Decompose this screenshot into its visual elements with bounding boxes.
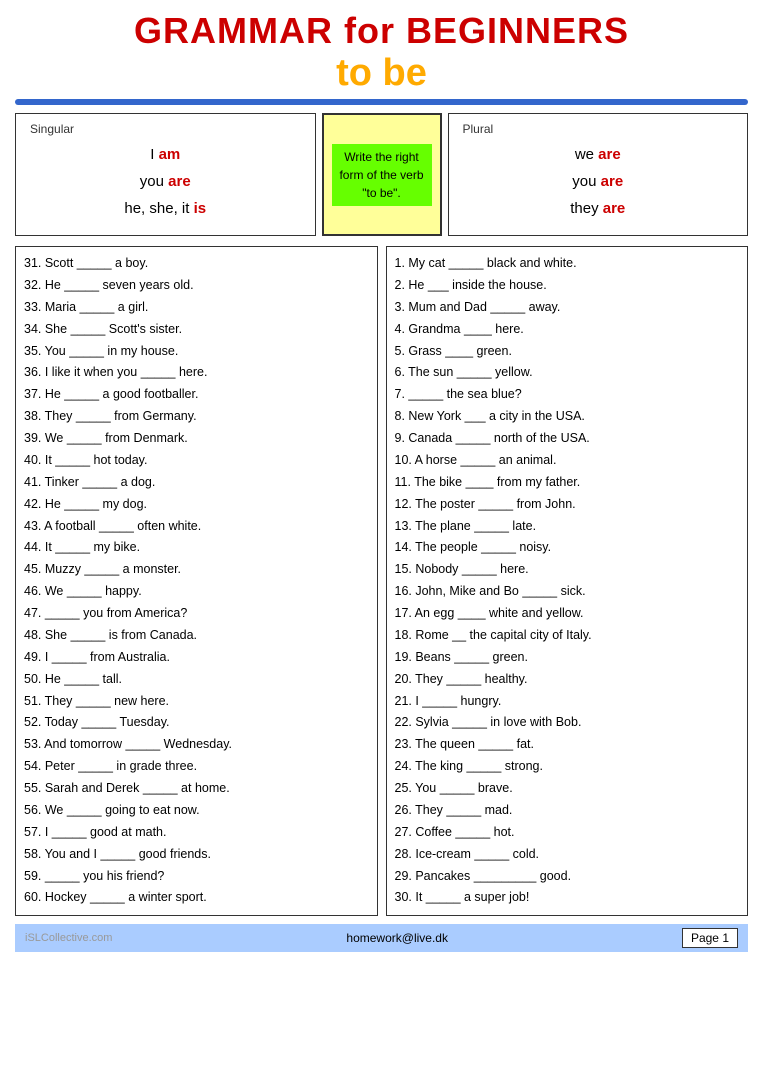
list-item: 60. Hockey _____ a winter sport.: [24, 887, 369, 909]
list-item: 13. The plane _____ late.: [395, 516, 740, 538]
list-item: 43. A football _____ often white.: [24, 516, 369, 538]
list-item: 40. It _____ hot today.: [24, 450, 369, 472]
list-item: 33. Maria _____ a girl.: [24, 297, 369, 319]
list-item: 17. An egg ____ white and yellow.: [395, 603, 740, 625]
plural-line-2: you are: [463, 173, 734, 190]
singular-line-1: I am: [30, 146, 301, 163]
exercises-area: 31. Scott _____ a boy.32. He _____ seven…: [15, 246, 748, 916]
list-item: 51. They _____ new here.: [24, 691, 369, 713]
list-item: 18. Rome __ the capital city of Italy.: [395, 625, 740, 647]
list-item: 16. John, Mike and Bo _____ sick.: [395, 581, 740, 603]
list-item: 19. Beans _____ green.: [395, 647, 740, 669]
list-item: 15. Nobody _____ here.: [395, 559, 740, 581]
list-item: 56. We _____ going to eat now.: [24, 800, 369, 822]
list-item: 52. Today _____ Tuesday.: [24, 712, 369, 734]
left-exercises: 31. Scott _____ a boy.32. He _____ seven…: [15, 246, 378, 916]
sub-title: to be: [336, 52, 427, 95]
list-item: 7. _____ the sea blue?: [395, 384, 740, 406]
list-item: 20. They _____ healthy.: [395, 669, 740, 691]
list-item: 10. A horse _____ an animal.: [395, 450, 740, 472]
singular-line-2: you are: [30, 173, 301, 190]
list-item: 49. I _____ from Australia.: [24, 647, 369, 669]
list-item: 29. Pancakes _________ good.: [395, 866, 740, 888]
list-item: 23. The queen _____ fat.: [395, 734, 740, 756]
list-item: 34. She _____ Scott's sister.: [24, 319, 369, 341]
singular-box: Singular I am you are he, she, it is: [15, 113, 316, 236]
singular-title: Singular: [30, 122, 301, 136]
singular-line-3: he, she, it is: [30, 200, 301, 217]
conjugation-area: Singular I am you are he, she, it is Wri…: [15, 113, 748, 236]
list-item: 1. My cat _____ black and white.: [395, 253, 740, 275]
list-item: 31. Scott _____ a boy.: [24, 253, 369, 275]
list-item: 3. Mum and Dad _____ away.: [395, 297, 740, 319]
list-item: 25. You _____ brave.: [395, 778, 740, 800]
watermark: iSLCollective.com: [25, 932, 112, 944]
list-item: 48. She _____ is from Canada.: [24, 625, 369, 647]
page-number: Page 1: [682, 928, 738, 948]
blue-divider: [15, 99, 748, 105]
list-item: 36. I like it when you _____ here.: [24, 362, 369, 384]
list-item: 2. He ___ inside the house.: [395, 275, 740, 297]
right-exercises: 1. My cat _____ black and white.2. He __…: [386, 246, 749, 916]
list-item: 14. The people _____ noisy.: [395, 537, 740, 559]
instruction-box: Write the right form of the verb "to be"…: [322, 113, 442, 236]
list-item: 12. The poster _____ from John.: [395, 494, 740, 516]
list-item: 35. You _____ in my house.: [24, 341, 369, 363]
list-item: 37. He _____ a good footballer.: [24, 384, 369, 406]
list-item: 8. New York ___ a city in the USA.: [395, 406, 740, 428]
list-item: 47. _____ you from America?: [24, 603, 369, 625]
list-item: 42. He _____ my dog.: [24, 494, 369, 516]
list-item: 59. _____ you his friend?: [24, 866, 369, 888]
instruction-text: Write the right form of the verb "to be"…: [332, 144, 432, 206]
list-item: 24. The king _____ strong.: [395, 756, 740, 778]
list-item: 22. Sylvia _____ in love with Bob.: [395, 712, 740, 734]
list-item: 27. Coffee _____ hot.: [395, 822, 740, 844]
list-item: 4. Grandma ____ here.: [395, 319, 740, 341]
plural-box: Plural we are you are they are: [448, 113, 749, 236]
list-item: 6. The sun _____ yellow.: [395, 362, 740, 384]
plural-line-1: we are: [463, 146, 734, 163]
list-item: 32. He _____ seven years old.: [24, 275, 369, 297]
list-item: 46. We _____ happy.: [24, 581, 369, 603]
footer: iSLCollective.com homework@live.dk Page …: [15, 924, 748, 952]
list-item: 28. Ice-cream _____ cold.: [395, 844, 740, 866]
list-item: 5. Grass ____ green.: [395, 341, 740, 363]
list-item: 50. He _____ tall.: [24, 669, 369, 691]
footer-email: homework@live.dk: [112, 931, 682, 945]
list-item: 54. Peter _____ in grade three.: [24, 756, 369, 778]
list-item: 57. I _____ good at math.: [24, 822, 369, 844]
list-item: 30. It _____ a super job!: [395, 887, 740, 909]
list-item: 58. You and I _____ good friends.: [24, 844, 369, 866]
list-item: 41. Tinker _____ a dog.: [24, 472, 369, 494]
list-item: 39. We _____ from Denmark.: [24, 428, 369, 450]
list-item: 45. Muzzy _____ a monster.: [24, 559, 369, 581]
list-item: 9. Canada _____ north of the USA.: [395, 428, 740, 450]
list-item: 55. Sarah and Derek _____ at home.: [24, 778, 369, 800]
list-item: 38. They _____ from Germany.: [24, 406, 369, 428]
list-item: 53. And tomorrow _____ Wednesday.: [24, 734, 369, 756]
main-title: GRAMMAR for BEGINNERS: [15, 10, 748, 52]
list-item: 44. It _____ my bike.: [24, 537, 369, 559]
plural-title: Plural: [463, 122, 734, 136]
list-item: 21. I _____ hungry.: [395, 691, 740, 713]
header: GRAMMAR for BEGINNERS to be: [15, 10, 748, 105]
plural-line-3: they are: [463, 200, 734, 217]
list-item: 11. The bike ____ from my father.: [395, 472, 740, 494]
list-item: 26. They _____ mad.: [395, 800, 740, 822]
